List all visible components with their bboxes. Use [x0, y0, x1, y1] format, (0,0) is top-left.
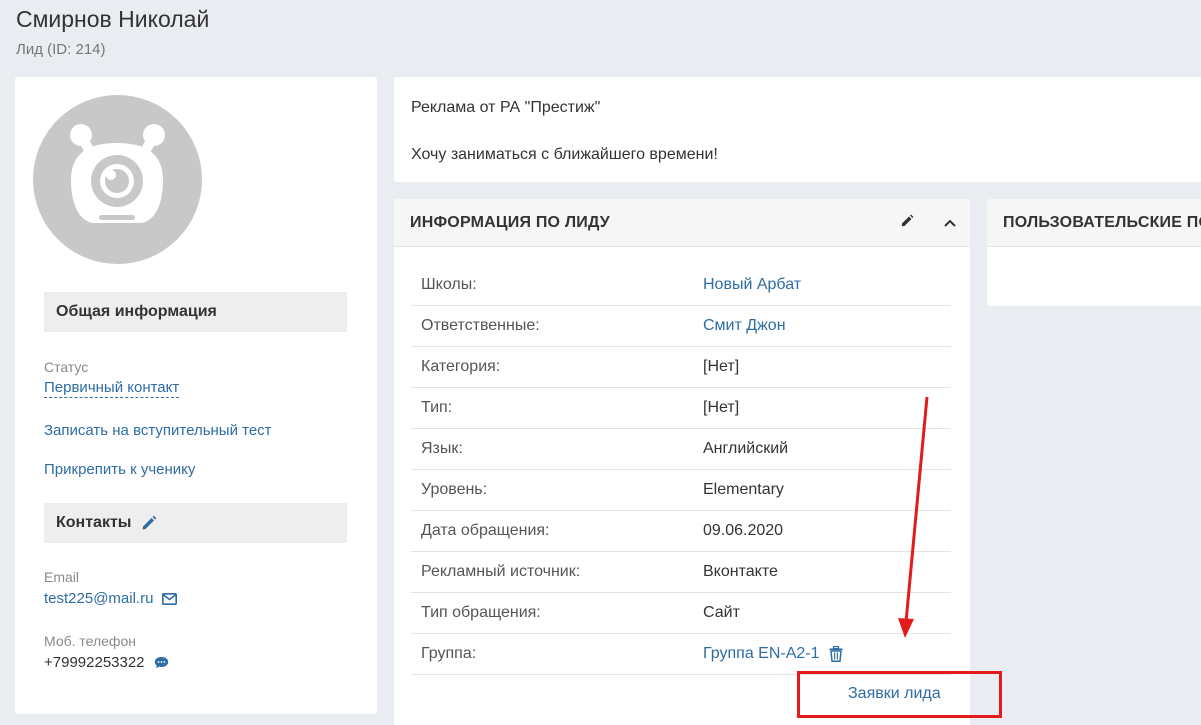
lead-info-table: Школы: Новый Арбат Ответственные: Смит Д…	[411, 265, 951, 675]
avatar	[33, 95, 202, 264]
phone-label: Моб. телефон	[44, 633, 136, 649]
enroll-test-link[interactable]: Записать на вступительный тест	[44, 422, 272, 439]
row-value: Сайт	[703, 604, 740, 621]
row-label: Уровень:	[421, 481, 488, 498]
page-header: Смирнов Николай Лид (ID: 214)	[16, 6, 209, 58]
row-label: Группа:	[421, 645, 477, 662]
table-row: Дата обращения: 09.06.2020	[411, 511, 951, 552]
row-label: Ответственные:	[421, 317, 540, 334]
comment-line: Хочу заниматься с ближайшего времени!	[411, 146, 718, 163]
table-row: Уровень: Elementary	[411, 470, 951, 511]
table-row: Категория: [Нет]	[411, 347, 951, 388]
row-label: Язык:	[421, 440, 463, 457]
page-title: Смирнов Николай	[16, 6, 210, 32]
group-link[interactable]: Группа EN-A2-1	[703, 645, 820, 663]
collapse-chevron-up-icon[interactable]	[944, 214, 956, 232]
monster-avatar-icon	[70, 124, 165, 223]
lead-comment-card: Реклама от РА "Престиж" Хочу заниматься …	[394, 77, 1201, 182]
edit-pencil-icon[interactable]	[901, 214, 914, 232]
group-cell: Группа EN-A2-1	[703, 645, 843, 663]
status-value[interactable]: Первичный контакт	[44, 379, 180, 398]
row-label: Тип обращения:	[421, 604, 541, 621]
card-title: ПОЛЬЗОВАТЕЛЬСКИЕ ПОЛЯ	[1003, 213, 1201, 231]
row-value: 09.06.2020	[703, 522, 784, 539]
email-link[interactable]: test225@mail.ru	[44, 590, 153, 607]
row-label: Тип:	[421, 399, 453, 416]
annotation-highlight-box	[797, 671, 1002, 718]
row-value: Elementary	[703, 481, 784, 498]
email-row: test225@mail.ru	[44, 590, 178, 607]
email-label: Email	[44, 569, 80, 585]
section-title: Контакты	[56, 514, 132, 531]
table-row: Ответственные: Смит Джон	[411, 306, 951, 347]
sms-icon[interactable]	[154, 656, 169, 669]
profile-card: Общая информация Статус Первичный контак…	[15, 77, 377, 714]
row-value: Вконтакте	[703, 563, 778, 580]
row-label: Рекламный источник:	[421, 563, 581, 580]
comment-line: Реклама от РА "Престиж"	[411, 99, 601, 116]
table-row: Язык: Английский	[411, 429, 951, 470]
general-info-section: Общая информация	[44, 292, 347, 332]
table-row: Рекламный источник: Вконтакте	[411, 552, 951, 593]
row-value: [Нет]	[703, 358, 740, 375]
row-value: Английский	[703, 440, 789, 457]
custom-fields-card: ПОЛЬЗОВАТЕЛЬСКИЕ ПОЛЯ	[987, 199, 1201, 306]
row-label: Школы:	[421, 276, 477, 293]
table-row: Группа: Группа EN-A2-1	[411, 634, 951, 675]
school-link[interactable]: Новый Арбат	[703, 276, 801, 294]
table-row: Тип обращения: Сайт	[411, 593, 951, 634]
table-row: Тип: [Нет]	[411, 388, 951, 429]
row-label: Категория:	[421, 358, 501, 375]
trash-icon[interactable]	[829, 646, 843, 662]
page-subtitle: Лид (ID: 214)	[16, 41, 106, 58]
phone-value: +79992253322	[44, 654, 145, 671]
edit-contacts-icon[interactable]	[141, 515, 157, 531]
section-title: Общая информация	[56, 303, 217, 320]
phone-row: +79992253322	[44, 654, 169, 671]
responsible-link[interactable]: Смит Джон	[703, 317, 786, 335]
lead-info-card: ИНФОРМАЦИЯ ПО ЛИДУ Школы: Новый Арбат От…	[394, 199, 970, 725]
row-value: [Нет]	[703, 399, 740, 416]
status-label: Статус	[44, 359, 89, 375]
lead-info-header: ИНФОРМАЦИЯ ПО ЛИДУ	[394, 199, 970, 247]
envelope-icon[interactable]	[162, 592, 178, 605]
contacts-section: Контакты	[44, 503, 347, 543]
card-tools	[901, 199, 956, 247]
custom-fields-header: ПОЛЬЗОВАТЕЛЬСКИЕ ПОЛЯ	[987, 199, 1201, 247]
row-label: Дата обращения:	[421, 522, 550, 539]
attach-to-student-link[interactable]: Прикрепить к ученику	[44, 461, 195, 478]
card-title: ИНФОРМАЦИЯ ПО ЛИДУ	[410, 213, 610, 231]
status-dropdown[interactable]: Первичный контакт	[44, 379, 180, 398]
table-row: Школы: Новый Арбат	[411, 265, 951, 306]
